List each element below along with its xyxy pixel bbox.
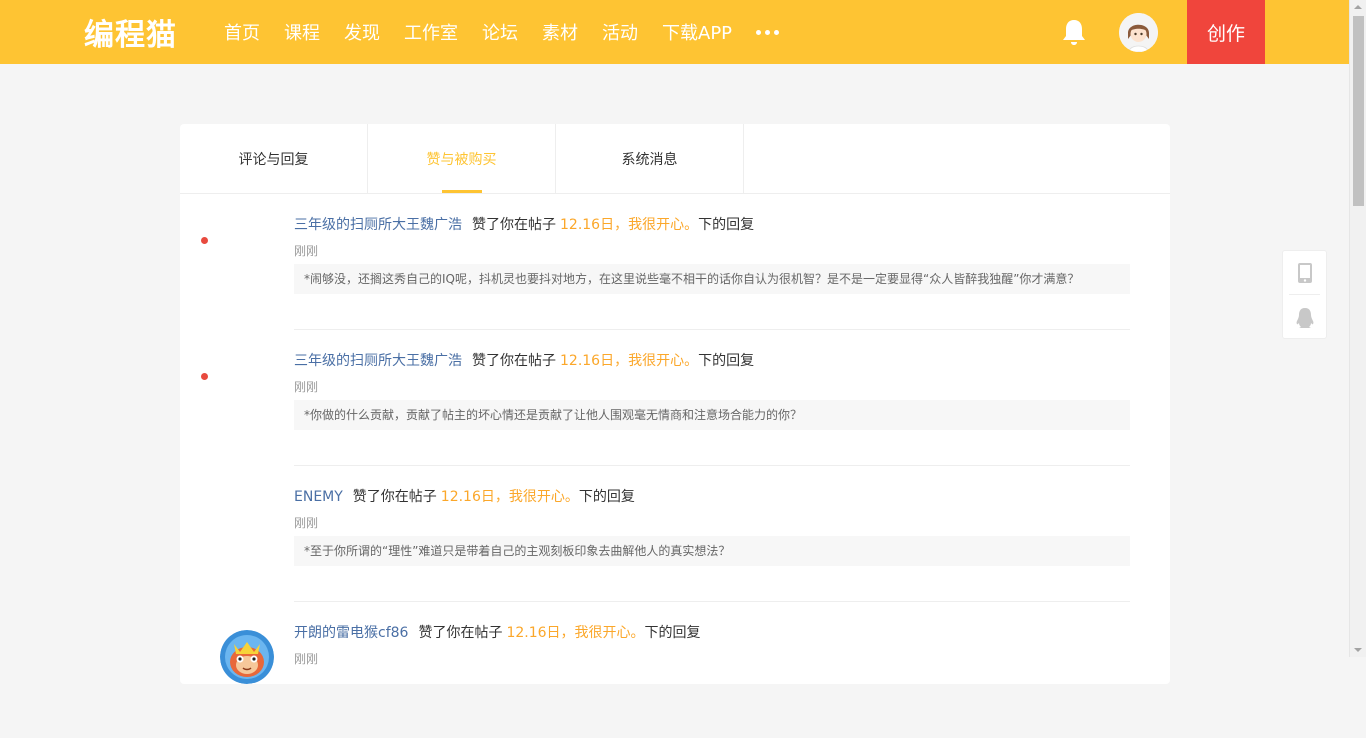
message-quote[interactable]: *你做的什么贡献，贡献了帖主的坏心情还是贡献了让他人围观毫无情商和注意场合能力的… <box>294 400 1130 430</box>
monkey-avatar[interactable] <box>220 630 274 684</box>
message-panel: 评论与回复 赞与被购买 系统消息 三年级的扫厕所大王魏广浩 赞了你在帖子 12.16… <box>180 124 1170 684</box>
nav-item-discover[interactable]: 发现 <box>344 19 380 45</box>
message-suffix: 下的回复 <box>698 353 755 369</box>
list-item: 三年级的扫厕所大王魏广浩 赞了你在帖子 12.16日，我很开心。下的回复 刚刚 *你… <box>180 330 1170 466</box>
site-logo[interactable]: 编程猫 <box>84 12 177 53</box>
list-item: 开朗的雷电猴cf86 赞了你在帖子 12.16日，我很开心。下的回复 刚刚 <box>180 602 1170 738</box>
message-post-link[interactable]: 12.16日，我很开心。 <box>560 217 698 233</box>
message-quote[interactable]: *闹够没，还搁这秀自己的IQ呢，抖机灵也要抖对地方，在这里说些毫不相干的话你自认… <box>294 264 1130 294</box>
message-username[interactable]: 三年级的扫厕所大王魏广浩 <box>294 217 462 233</box>
message-line: ENEMY 赞了你在帖子 12.16日，我很开心。下的回复 <box>294 486 635 506</box>
message-action: 赞了你在帖子 <box>418 625 503 641</box>
divider <box>1289 294 1320 295</box>
scrollbar-thumb[interactable] <box>1353 16 1364 206</box>
message-suffix: 下的回复 <box>644 625 701 641</box>
message-username[interactable]: 开朗的雷电猴cf86 <box>294 625 408 641</box>
nav-item-materials[interactable]: 素材 <box>542 19 578 45</box>
message-post-link[interactable]: 12.16日，我很开心。 <box>441 489 579 505</box>
more-dots-icon[interactable] <box>756 22 780 42</box>
message-post-link[interactable]: 12.16日，我很开心。 <box>560 353 698 369</box>
message-action: 赞了你在帖子 <box>472 353 556 369</box>
qq-penguin-icon[interactable] <box>1283 296 1326 339</box>
message-time: 刚刚 <box>294 516 319 530</box>
list-item: 三年级的扫厕所大王魏广浩 赞了你在帖子 12.16日，我很开心。下的回复 刚刚 *闹… <box>180 194 1170 330</box>
nav-item-courses[interactable]: 课程 <box>284 19 320 45</box>
create-button[interactable]: 创作 <box>1187 0 1265 64</box>
nav-item-studio[interactable]: 工作室 <box>404 19 458 45</box>
top-header: 编程猫 首页 课程 发现 工作室 论坛 素材 活动 下载APP 创作 <box>0 0 1349 64</box>
bell-icon[interactable] <box>1061 18 1087 46</box>
message-time: 刚刚 <box>294 380 319 394</box>
message-quote[interactable]: *至于你所谓的“理性”难道只是带着自己的主观刻板印象去曲解他人的真实想法？ <box>294 536 1130 566</box>
nav-item-forum[interactable]: 论坛 <box>482 19 518 45</box>
unread-dot <box>201 237 208 244</box>
list-item: ENEMY 赞了你在帖子 12.16日，我很开心。下的回复 刚刚 *至于你所谓的“理… <box>180 466 1170 602</box>
message-post-link[interactable]: 12.16日，我很开心。 <box>506 625 644 641</box>
message-suffix: 下的回复 <box>578 489 635 505</box>
tab-system-messages[interactable]: 系统消息 <box>556 124 744 193</box>
message-line: 开朗的雷电猴cf86 赞了你在帖子 12.16日，我很开心。下的回复 <box>294 622 701 642</box>
nav-item-events[interactable]: 活动 <box>602 19 638 45</box>
message-username[interactable]: 三年级的扫厕所大王魏广浩 <box>294 353 462 369</box>
message-time: 刚刚 <box>294 244 319 258</box>
message-line: 三年级的扫厕所大王魏广浩 赞了你在帖子 12.16日，我很开心。下的回复 <box>294 214 754 234</box>
nav-item-home[interactable]: 首页 <box>224 19 260 45</box>
message-time: 刚刚 <box>294 652 319 666</box>
scroll-down-arrow-icon[interactable] <box>1354 648 1362 652</box>
message-action: 赞了你在帖子 <box>472 217 556 233</box>
message-tabs: 评论与回复 赞与被购买 系统消息 <box>180 124 1170 194</box>
unread-dot <box>201 373 208 380</box>
mobile-phone-icon[interactable] <box>1283 251 1326 294</box>
side-float-toolbar <box>1282 250 1327 339</box>
message-username[interactable]: ENEMY <box>294 489 343 505</box>
nav-item-download-app[interactable]: 下载APP <box>662 19 732 45</box>
scroll-up-arrow-icon[interactable] <box>1354 5 1362 9</box>
main-nav: 首页 课程 发现 工作室 论坛 素材 活动 下载APP <box>224 0 780 64</box>
user-avatar[interactable] <box>1119 13 1158 52</box>
page-scrollbar[interactable] <box>1349 0 1366 657</box>
tab-comments-replies[interactable]: 评论与回复 <box>180 124 368 193</box>
message-action: 赞了你在帖子 <box>352 489 437 505</box>
tab-likes-purchases[interactable]: 赞与被购买 <box>368 124 556 193</box>
message-line: 三年级的扫厕所大王魏广浩 赞了你在帖子 12.16日，我很开心。下的回复 <box>294 350 754 370</box>
message-suffix: 下的回复 <box>698 217 755 233</box>
